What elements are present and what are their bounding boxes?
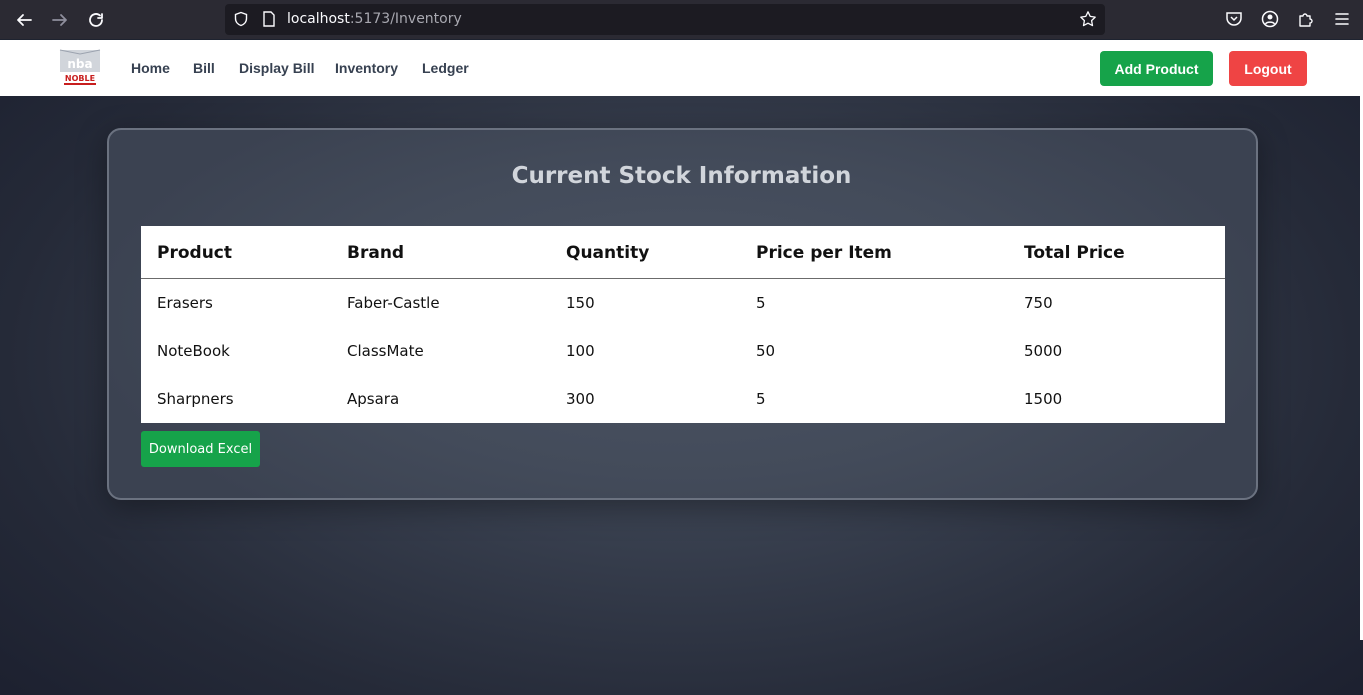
table-cell-brand: Faber-Castle <box>347 294 440 312</box>
pocket-icon[interactable] <box>1225 10 1243 28</box>
menu-icon[interactable] <box>1333 10 1351 28</box>
bookmark-star-icon[interactable] <box>1079 10 1097 28</box>
nav-link-home[interactable]: Home <box>131 60 170 76</box>
forward-arrow-icon[interactable] <box>48 8 72 32</box>
table-cell-total-price: 750 <box>1024 294 1053 312</box>
table-header-total-price: Total Price <box>1024 243 1125 263</box>
download-excel-button[interactable]: Download Excel <box>141 431 260 467</box>
table-cell-product: Sharpners <box>157 390 234 408</box>
svg-text:nba: nba <box>67 57 92 71</box>
extensions-icon[interactable] <box>1297 10 1315 28</box>
nav-link-ledger[interactable]: Ledger <box>422 60 469 76</box>
table-cell-brand: Apsara <box>347 390 400 408</box>
table-cell-price-per-item: 5 <box>756 294 766 312</box>
nav-link-bill[interactable]: Bill <box>193 60 215 76</box>
table-header-brand: Brand <box>347 243 405 263</box>
table-header-divider <box>141 278 1225 279</box>
shield-icon[interactable] <box>233 11 249 27</box>
page-icon <box>261 11 277 27</box>
logout-button[interactable]: Logout <box>1229 51 1307 86</box>
table-header-price-per-item: Price per Item <box>756 243 892 263</box>
nav-link-display-bill[interactable]: Display Bill <box>239 60 314 76</box>
table-cell-total-price: 1500 <box>1024 390 1063 408</box>
table-header-quantity: Quantity <box>566 243 650 263</box>
add-product-button[interactable]: Add Product <box>1100 51 1213 86</box>
svg-text:NOBLE: NOBLE <box>65 74 95 83</box>
table-cell-price-per-item: 5 <box>756 390 766 408</box>
nav-link-inventory[interactable]: Inventory <box>335 60 398 76</box>
url-text[interactable]: localhost:5173/Inventory <box>287 11 462 27</box>
back-arrow-icon[interactable] <box>12 8 36 32</box>
table-header-product: Product <box>157 243 232 263</box>
table-cell-product: Erasers <box>157 294 213 312</box>
table-cell-brand: ClassMate <box>347 342 424 360</box>
table-cell-quantity: 100 <box>566 342 595 360</box>
page-title: Current Stock Information <box>511 163 852 189</box>
table-cell-price-per-item: 50 <box>756 342 776 360</box>
table-cell-quantity: 150 <box>566 294 595 312</box>
table-cell-quantity: 300 <box>566 390 595 408</box>
table-cell-product: NoteBook <box>157 342 230 360</box>
reload-icon[interactable] <box>84 8 108 32</box>
brand-logo[interactable]: nba NOBLE <box>58 49 102 87</box>
account-icon[interactable] <box>1261 10 1279 28</box>
stock-table: Product Brand Quantity Price per Item To… <box>141 226 1225 423</box>
url-bar[interactable]: localhost:5173/Inventory <box>225 4 1105 35</box>
table-cell-total-price: 5000 <box>1024 342 1063 360</box>
